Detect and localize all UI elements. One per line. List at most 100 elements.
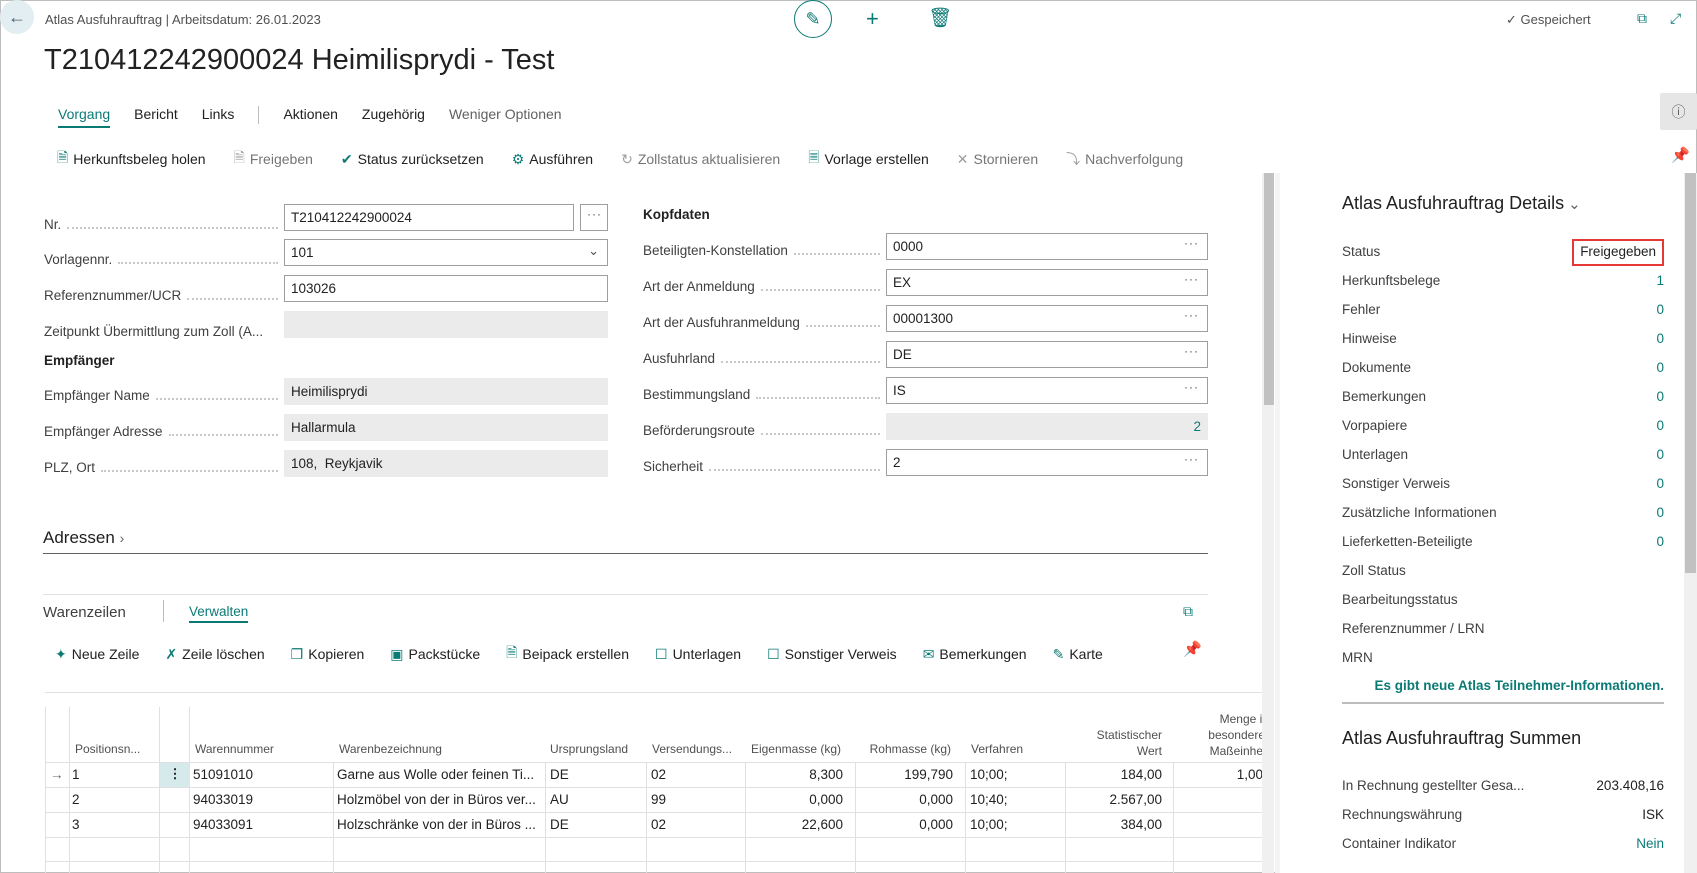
referenznummer-field[interactable]: 103026 <box>284 275 608 302</box>
verwalten-tab[interactable]: Verwalten <box>189 604 249 623</box>
nr-field[interactable]: T210412242900024 <box>284 204 574 231</box>
detail-value[interactable]: 1 <box>1656 273 1664 288</box>
ausfuehren-button[interactable]: ⚙ Ausführen <box>512 147 593 171</box>
tracking-icon: ⤵ <box>1066 151 1081 167</box>
empfaenger-name-field: Heimilisprydi <box>284 378 608 405</box>
col-warenbezeichnung[interactable]: Warenbezeichnung <box>339 742 442 756</box>
table-row[interactable]: 3 94033091 Holzschränke von der in Büros… <box>45 812 1270 837</box>
col-ursprungsland[interactable]: Ursprungsland <box>550 742 628 756</box>
tab-bericht[interactable]: Bericht <box>134 106 178 128</box>
status-zuruecksetzen-button[interactable]: ✔ Status zurücksetzen <box>341 147 484 171</box>
ausfuhrland-field[interactable]: DE ··· <box>886 341 1208 368</box>
packstuecke-button[interactable]: ▣ Packstücke <box>390 642 480 666</box>
tab-aktionen[interactable]: Aktionen <box>283 106 337 128</box>
details-row[interactable]: Dokumente 0 <box>1342 360 1664 375</box>
details-title[interactable]: Atlas Ausfuhrauftrag Details ⌄ <box>1342 193 1581 214</box>
chevron-down-icon: ⌄ <box>1568 196 1581 213</box>
neue-zeile-button[interactable]: ✦ Neue Zeile <box>55 642 139 666</box>
zeile-loeschen-button[interactable]: ✗ Zeile löschen <box>165 642 264 666</box>
details-row: Referenznummer / LRN <box>1342 621 1664 636</box>
ellipsis-icon[interactable]: ··· <box>1184 344 1199 358</box>
main-scrollbar-thumb[interactable] <box>1264 173 1274 405</box>
detail-value[interactable]: 0 <box>1656 505 1664 520</box>
table-row[interactable]: → 1 ⋮ 51091010 Garne aus Wolle oder fein… <box>45 762 1270 787</box>
herkunftsbeleg-holen-button[interactable]: 🗎 Herkunftsbeleg holen <box>57 147 206 171</box>
teilnehmer-info-link[interactable]: Es gibt neue Atlas Teilnehmer-Informatio… <box>1342 678 1664 693</box>
beipack-erstellen-button[interactable]: 🗎 Beipack erstellen <box>506 642 629 666</box>
col-verfahren[interactable]: Verfahren <box>971 742 1023 756</box>
col-eigenmasse[interactable]: Eigenmasse (kg) <box>740 742 841 756</box>
table-row[interactable] <box>45 837 1270 862</box>
detail-value[interactable]: 0 <box>1656 360 1664 375</box>
nachverfolgung-button[interactable]: ⤵ Nachverfolgung <box>1066 147 1183 171</box>
detail-value[interactable]: 0 <box>1656 418 1664 433</box>
adressen-section[interactable]: Adressen › <box>43 528 124 548</box>
details-row[interactable]: Fehler 0 <box>1342 302 1664 317</box>
col-versendungsland[interactable]: Versendungs... <box>652 742 732 756</box>
lines-pin-icon[interactable]: 📌 <box>1183 640 1202 658</box>
beteiligten-field[interactable]: 0000 ··· <box>886 233 1208 260</box>
art-anmeldung-field[interactable]: EX ··· <box>886 269 1208 296</box>
edit-pencil-icon[interactable]: ✎ <box>794 0 832 38</box>
col-statistischer-wert[interactable]: Statistischer Wert <box>1075 727 1162 759</box>
befoerderungsroute-value[interactable]: 2 <box>1193 419 1201 434</box>
table-row[interactable]: 2 94033019 Holzmöbel von der in Büros ve… <box>45 787 1270 812</box>
bemerkungen-button[interactable]: ✉ Bemerkungen <box>923 642 1027 666</box>
ellipsis-icon[interactable]: ··· <box>1184 236 1199 250</box>
zollstatus-aktualisieren-button[interactable]: ↻ Zollstatus aktualisieren <box>621 147 780 171</box>
detail-value[interactable]: 0 <box>1656 331 1664 346</box>
ellipsis-icon[interactable]: ··· <box>1184 452 1199 466</box>
pin-icon[interactable]: 📌 <box>1671 146 1690 164</box>
details-row[interactable]: Lieferketten-Beteiligte 0 <box>1342 534 1664 549</box>
details-row[interactable]: Hinweise 0 <box>1342 331 1664 346</box>
add-plus-icon[interactable]: + <box>866 6 879 32</box>
vorlagennr-select[interactable]: 101 ⌄ <box>284 239 608 266</box>
sonstiger-verweis-button[interactable]: ☐ Sonstiger Verweis <box>767 642 897 666</box>
ellipsis-icon[interactable]: ··· <box>1184 308 1199 322</box>
unterlagen-button[interactable]: ☐ Unterlagen <box>655 642 741 666</box>
collapse-icon[interactable]: ⤢ <box>1670 10 1681 27</box>
tab-vorgang[interactable]: Vorgang <box>58 106 111 128</box>
info-icon[interactable]: ⓘ <box>1660 93 1697 130</box>
detail-label: Vorpapiere <box>1342 418 1408 433</box>
summen-value[interactable]: Nein <box>1636 836 1664 851</box>
details-row[interactable]: Zusätzliche Informationen 0 <box>1342 505 1664 520</box>
nr-lookup-button[interactable]: ··· <box>580 204 608 231</box>
col-positionsnr[interactable]: Positionsn... <box>75 742 140 756</box>
detail-value[interactable]: 0 <box>1656 447 1664 462</box>
befoerderungsroute-field[interactable]: 2 <box>886 413 1208 440</box>
kopieren-button[interactable]: ❐ Kopieren <box>291 642 365 666</box>
tab-zugehoerig[interactable]: Zugehörig <box>362 106 425 128</box>
details-row[interactable]: Sonstiger Verweis 0 <box>1342 476 1664 491</box>
bestimmungsland-field[interactable]: IS ··· <box>886 377 1208 404</box>
detail-value[interactable]: 0 <box>1656 302 1664 317</box>
col-menge-besondere-masseinheit[interactable]: Menge in besonderer Maßeinheit <box>1182 711 1269 759</box>
open-new-window-icon[interactable]: ⧉ <box>1637 10 1647 27</box>
sicherheit-field[interactable]: 2 ··· <box>886 449 1208 476</box>
detail-value[interactable]: 0 <box>1656 534 1664 549</box>
details-row[interactable]: Vorpapiere 0 <box>1342 418 1664 433</box>
pane-scrollbar[interactable] <box>1684 173 1697 873</box>
vorlage-erstellen-button[interactable]: 🗏 Vorlage erstellen <box>808 147 929 171</box>
ellipsis-icon[interactable]: ··· <box>1184 272 1199 286</box>
delete-trash-icon[interactable]: 🗑 <box>928 6 952 30</box>
col-warennummer[interactable]: Warennummer <box>195 742 274 756</box>
pane-scrollbar-thumb[interactable] <box>1685 173 1696 573</box>
row-menu-icon[interactable]: ⋮ <box>160 763 190 787</box>
tab-weniger-optionen[interactable]: Weniger Optionen <box>449 106 562 128</box>
freigeben-button[interactable]: 🗎 Freigeben <box>234 147 313 171</box>
karte-button[interactable]: ✎ Karte <box>1053 642 1103 666</box>
art-ausfuhranmeldung-field[interactable]: 00001300 ··· <box>886 305 1208 332</box>
expand-icon[interactable]: ⧉ <box>1183 603 1193 620</box>
ellipsis-icon[interactable]: ··· <box>1184 380 1199 394</box>
back-arrow-icon[interactable]: ← <box>0 0 34 34</box>
stornieren-button[interactable]: ✕ Stornieren <box>957 147 1038 171</box>
details-row[interactable]: Bemerkungen 0 <box>1342 389 1664 404</box>
details-row[interactable]: Herkunftsbelege 1 <box>1342 273 1664 288</box>
tab-links[interactable]: Links <box>202 106 235 128</box>
details-row[interactable]: Unterlagen 0 <box>1342 447 1664 462</box>
detail-value[interactable]: 0 <box>1656 389 1664 404</box>
detail-value[interactable]: 0 <box>1656 476 1664 491</box>
col-rohmasse[interactable]: Rohmasse (kg) <box>850 742 951 756</box>
main-scrollbar[interactable] <box>1262 173 1274 873</box>
